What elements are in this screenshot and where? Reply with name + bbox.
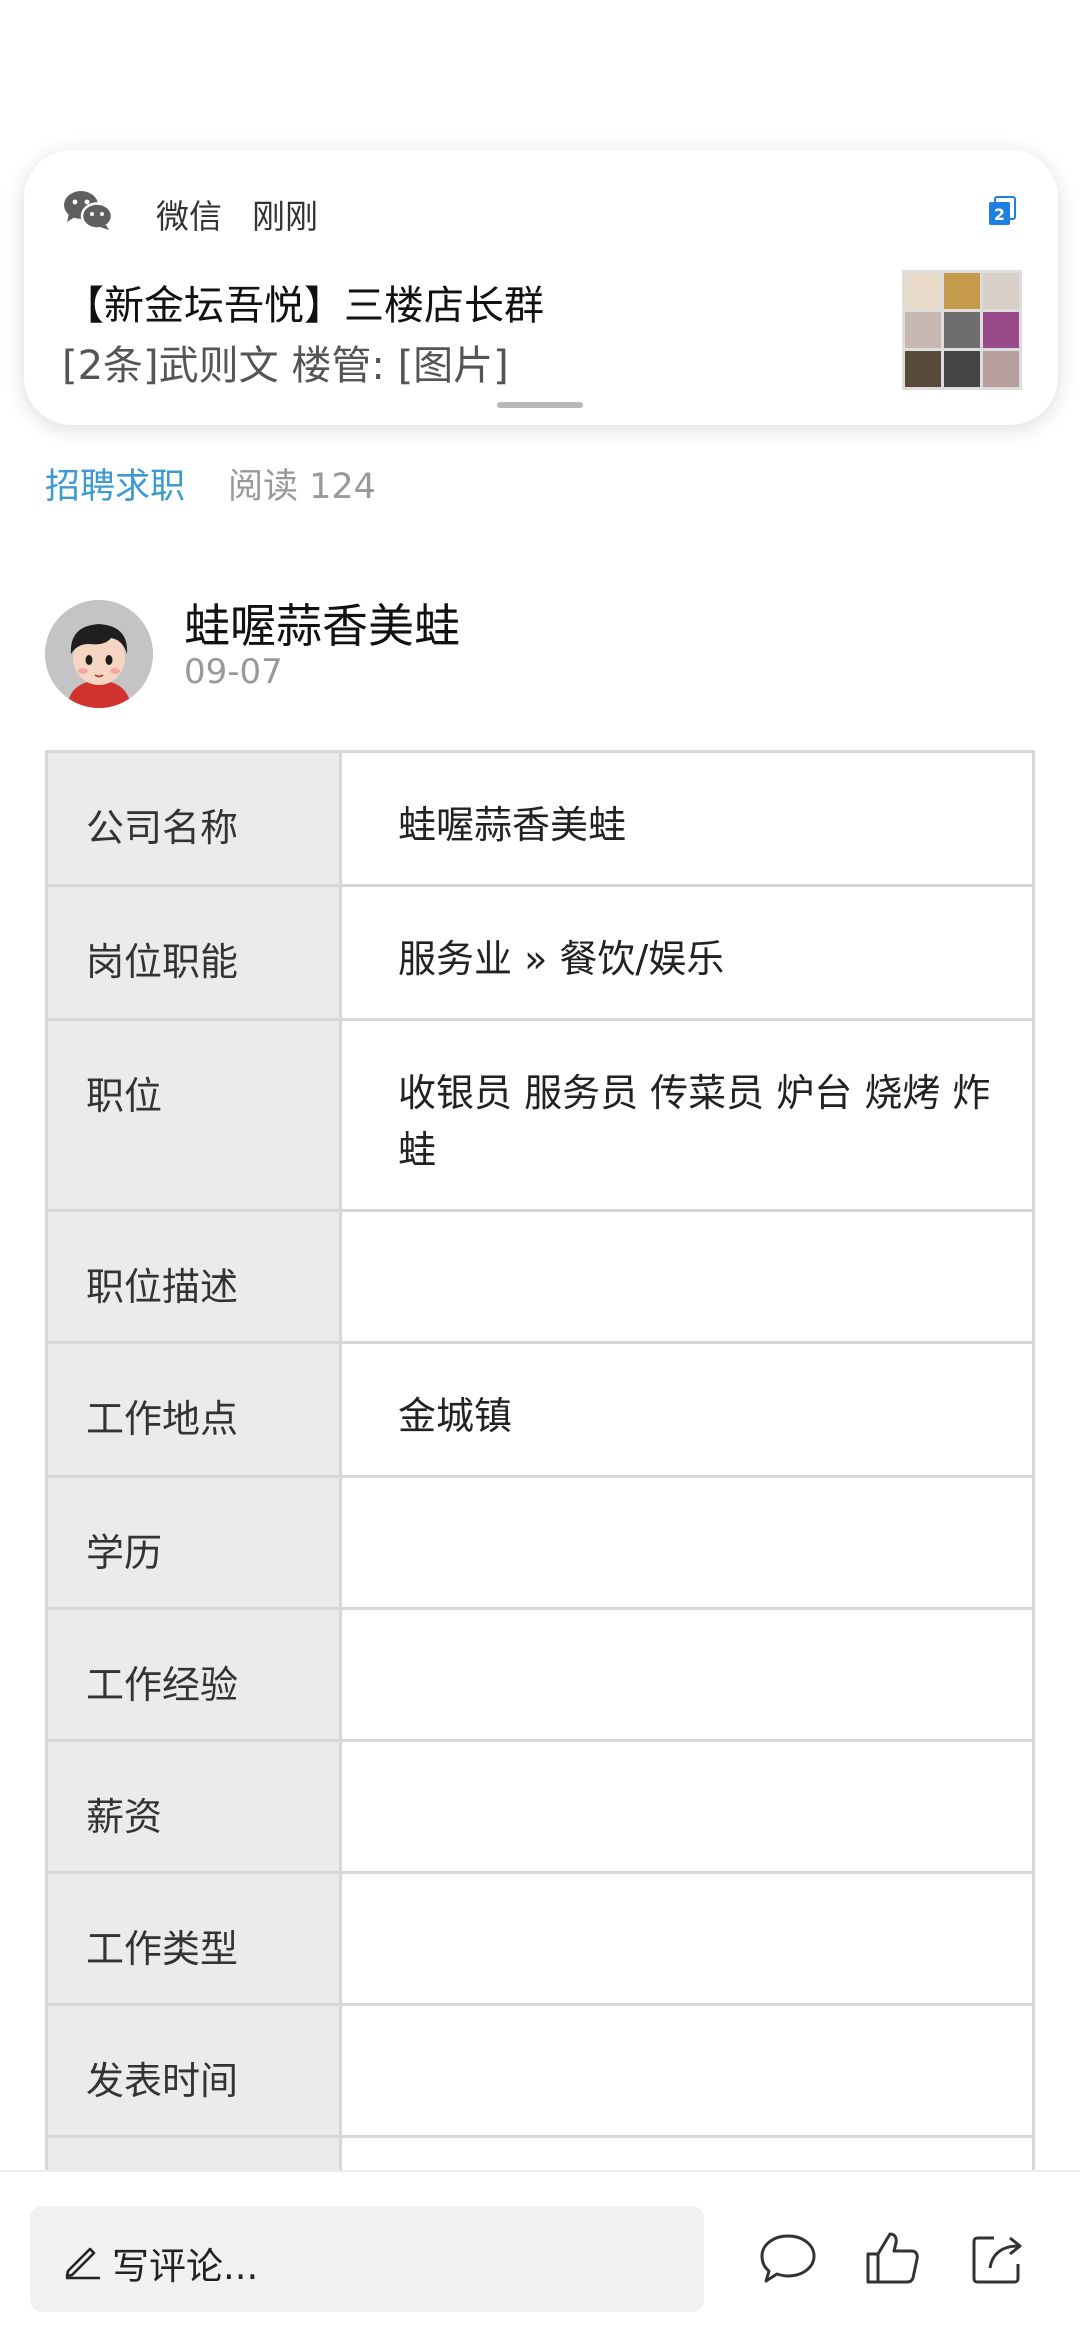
- table-value-cell: [342, 1212, 1032, 1341]
- notification-time: 刚刚: [252, 197, 318, 236]
- table-value-cell: 收银员 服务员 传菜员 炉台 烧烤 炸蛙: [398, 1071, 991, 1172]
- notification-title: 【新金坛吾悦】三楼店长群: [64, 283, 544, 329]
- group-avatar-tile: [944, 351, 980, 387]
- post-date: 09-07: [184, 652, 283, 692]
- share-icon[interactable]: [968, 2228, 1028, 2288]
- comment-input[interactable]: 写评论...: [30, 2206, 704, 2312]
- table-value-cell: [342, 1610, 1032, 1739]
- pencil-icon: [65, 2247, 100, 2280]
- table-row: 发表时间: [48, 2006, 1032, 2138]
- read-count: 阅读 124: [228, 467, 376, 507]
- wechat-notification[interactable]: 微信 刚刚 2 【新金坛吾悦】三楼店长群 [2条]武则文 楼管: [图片]: [24, 150, 1058, 425]
- table-value-cell: 金城镇: [398, 1394, 513, 1438]
- table-key-cell: 工作经验: [48, 1610, 342, 1739]
- comment-icon[interactable]: [758, 2228, 818, 2288]
- notification-app-name: 微信: [156, 197, 222, 236]
- comment-placeholder: 写评论...: [112, 2245, 259, 2288]
- table-value-cell: 服务业 » 餐饮/娱乐: [398, 937, 725, 981]
- table-row: 公司名称 蛙喔蒜香美蛙: [48, 753, 1032, 887]
- cartoon-avatar-icon: [45, 600, 153, 708]
- table-value-cell: [342, 1742, 1032, 1871]
- table-row: 学历: [48, 1478, 1032, 1610]
- screen: 微信 刚刚 2 【新金坛吾悦】三楼店长群 [2条]武则文 楼管: [图片] 招聘…: [0, 0, 1080, 2340]
- table-value-cell: [342, 1478, 1032, 1607]
- group-avatar-tile: [944, 312, 980, 348]
- notification-drag-handle[interactable]: [497, 402, 583, 408]
- group-avatar-tile: [983, 312, 1019, 348]
- wechat-icon: [64, 191, 114, 230]
- thumbs-up-icon[interactable]: [862, 2228, 922, 2288]
- avatar[interactable]: [45, 600, 153, 708]
- group-avatar-tile: [983, 351, 1019, 387]
- category-link[interactable]: 招聘求职: [45, 458, 185, 509]
- table-key-cell: 职位描述: [48, 1212, 342, 1341]
- table-key-cell: 工作类型: [48, 1874, 342, 2003]
- table-key-cell: 岗位职能: [48, 887, 342, 1018]
- group-avatar-tile: [905, 273, 941, 309]
- group-avatar-tile: [905, 312, 941, 348]
- table-value-cell: [342, 2006, 1032, 2135]
- notification-body: [2条]武则文 楼管: [图片]: [62, 343, 509, 389]
- svg-text:2: 2: [994, 205, 1005, 224]
- job-info-table: 公司名称 蛙喔蒜香美蛙岗位职能 服务业 » 餐饮/娱乐职位 收银员 服务员 传菜员 炉…: [45, 750, 1035, 2270]
- table-row: 工作类型: [48, 1874, 1032, 2006]
- group-avatar-thumbnail: [902, 270, 1022, 390]
- group-avatar-tile: [983, 273, 1019, 309]
- table-row: 工作地点 金城镇: [48, 1344, 1032, 1478]
- notification-count-icon: 2: [989, 196, 1016, 225]
- table-key-cell: 薪资: [48, 1742, 342, 1871]
- table-row: 职位描述: [48, 1212, 1032, 1344]
- group-avatar-tile: [944, 273, 980, 309]
- table-row: 岗位职能 服务业 » 餐饮/娱乐: [48, 887, 1032, 1021]
- bottom-action-bar: 写评论...: [0, 2170, 1080, 2340]
- table-key-cell: 学历: [48, 1478, 342, 1607]
- table-value-cell: 蛙喔蒜香美蛙: [398, 803, 627, 847]
- author-name[interactable]: 蛙喔蒜香美蛙: [184, 590, 460, 656]
- table-key-cell: 公司名称: [48, 753, 342, 884]
- table-value-cell: [342, 1874, 1032, 2003]
- table-row: 职位 收银员 服务员 传菜员 炉台 烧烤 炸蛙: [48, 1021, 1032, 1212]
- group-avatar-tile: [905, 351, 941, 387]
- table-key-cell: 发表时间: [48, 2006, 342, 2135]
- table-key-cell: 职位: [48, 1021, 342, 1209]
- table-row: 工作经验: [48, 1610, 1032, 1742]
- table-key-cell: 工作地点: [48, 1344, 342, 1475]
- table-row: 薪资: [48, 1742, 1032, 1874]
